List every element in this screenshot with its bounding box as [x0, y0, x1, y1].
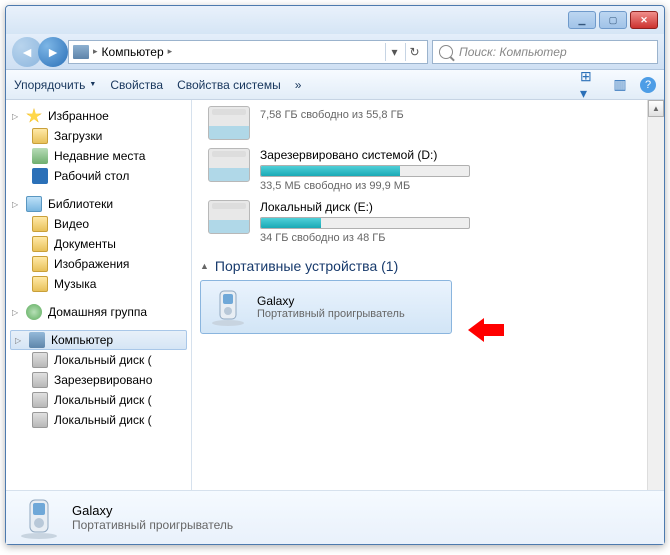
sidebar-item-pictures[interactable]: Изображения: [6, 254, 191, 274]
section-title: Портативные устройства (1): [215, 258, 398, 274]
breadcrumb-item[interactable]: Компьютер: [102, 45, 164, 59]
refresh-button[interactable]: ↻: [405, 43, 423, 61]
forward-button[interactable]: ►: [38, 37, 68, 67]
device-item-galaxy[interactable]: Galaxy Портативный проигрыватель: [200, 280, 452, 334]
sidebar-item-music[interactable]: Музыка: [6, 274, 191, 294]
drive-icon: [208, 148, 250, 182]
titlebar: ▁ ▢ ✕: [6, 6, 664, 34]
music-icon: [32, 276, 48, 292]
drive-icon: [32, 352, 48, 368]
search-icon: [439, 45, 453, 59]
drive-item[interactable]: Локальный диск (E:) 34 ГБ свободно из 48…: [200, 196, 639, 248]
portable-device-icon: [18, 496, 60, 540]
device-name: Galaxy: [257, 294, 405, 308]
help-button[interactable]: ?: [640, 77, 656, 93]
documents-icon: [32, 236, 48, 252]
details-subtitle: Портативный проигрыватель: [72, 518, 233, 532]
minimize-button[interactable]: ▁: [568, 11, 596, 29]
vertical-scrollbar[interactable]: ▲: [647, 100, 664, 490]
details-pane: Galaxy Портативный проигрыватель: [6, 490, 664, 544]
homegroup-icon: [26, 304, 42, 320]
drive-item[interactable]: 7,58 ГБ свободно из 55,8 ГБ: [200, 102, 639, 144]
navigation-sidebar: ▷Избранное Загрузки Недавние места Рабоч…: [6, 100, 192, 490]
sidebar-item-downloads[interactable]: Загрузки: [6, 126, 191, 146]
body: ▷Избранное Загрузки Недавние места Рабоч…: [6, 100, 664, 490]
breadcrumb-separator: ▸: [93, 46, 98, 57]
sidebar-item-drive[interactable]: Локальный диск (: [6, 390, 191, 410]
sidebar-computer[interactable]: ▷Компьютер: [10, 330, 187, 350]
drive-icon: [208, 200, 250, 234]
preview-pane-button[interactable]: ▥: [610, 77, 630, 93]
address-dropdown[interactable]: ▾: [385, 43, 403, 61]
download-icon: [32, 128, 48, 144]
recent-icon: [32, 148, 48, 164]
close-button[interactable]: ✕: [630, 11, 658, 29]
sidebar-item-videos[interactable]: Видео: [6, 214, 191, 234]
drive-icon: [32, 412, 48, 428]
toolbar: Упорядочить▼ Свойства Свойства системы »…: [6, 70, 664, 100]
search-box[interactable]: Поиск: Компьютер: [432, 40, 658, 64]
pictures-icon: [32, 256, 48, 272]
sidebar-libraries[interactable]: ▷Библиотеки: [6, 194, 191, 214]
sidebar-item-drive[interactable]: Локальный диск (: [6, 350, 191, 370]
drive-usage-bar: [260, 217, 470, 229]
sidebar-favorites[interactable]: ▷Избранное: [6, 106, 191, 126]
system-properties-button[interactable]: Свойства системы: [177, 78, 281, 92]
sidebar-item-desktop[interactable]: Рабочий стол: [6, 166, 191, 186]
video-icon: [32, 216, 48, 232]
device-subtitle: Портативный проигрыватель: [257, 308, 405, 320]
annotation-arrow-icon: [468, 318, 504, 342]
sidebar-homegroup[interactable]: ▷Домашняя группа: [6, 302, 191, 322]
details-name: Galaxy: [72, 503, 233, 518]
navigation-bar: ◄ ► ▸ Компьютер ▸ ▾ ↻ Поиск: Компьютер: [6, 34, 664, 70]
sidebar-item-drive[interactable]: Зарезервировано: [6, 370, 191, 390]
drive-icon: [208, 106, 250, 140]
drive-usage-bar: [260, 165, 470, 177]
sidebar-item-documents[interactable]: Документы: [6, 234, 191, 254]
desktop-icon: [32, 168, 48, 184]
sidebar-item-drive[interactable]: Локальный диск (: [6, 410, 191, 430]
computer-icon: [73, 45, 89, 59]
drive-free-text: 7,58 ГБ свободно из 55,8 ГБ: [260, 109, 631, 121]
scroll-up-button[interactable]: ▲: [648, 100, 664, 117]
libraries-icon: [26, 196, 42, 212]
view-button[interactable]: ⊞ ▾: [580, 77, 600, 93]
computer-icon: [29, 332, 45, 348]
content-pane: 7,58 ГБ свободно из 55,8 ГБ Зарезервиров…: [192, 100, 647, 490]
drive-item[interactable]: Зарезервировано системой (D:) 33,5 МБ св…: [200, 144, 639, 196]
section-header-portable[interactable]: ▲ Портативные устройства (1): [200, 248, 639, 280]
drive-icon: [32, 372, 48, 388]
drive-free-text: 34 ГБ свободно из 48 ГБ: [260, 232, 631, 244]
collapse-icon: ▲: [200, 261, 209, 271]
breadcrumb-separator: ▸: [168, 46, 173, 57]
toolbar-more[interactable]: »: [295, 78, 302, 92]
drive-name: Локальный диск (E:): [260, 200, 631, 214]
organize-button[interactable]: Упорядочить▼: [14, 78, 96, 92]
sidebar-item-recent[interactable]: Недавние места: [6, 146, 191, 166]
maximize-button[interactable]: ▢: [599, 11, 627, 29]
portable-device-icon: [209, 287, 247, 327]
drive-name: Зарезервировано системой (D:): [260, 148, 631, 162]
explorer-window: ▁ ▢ ✕ ◄ ► ▸ Компьютер ▸ ▾ ↻ Поиск: Компь…: [5, 5, 665, 545]
address-bar[interactable]: ▸ Компьютер ▸ ▾ ↻: [68, 40, 428, 64]
search-placeholder: Поиск: Компьютер: [459, 45, 567, 59]
drive-free-text: 33,5 МБ свободно из 99,9 МБ: [260, 180, 631, 192]
drive-icon: [32, 392, 48, 408]
properties-button[interactable]: Свойства: [110, 78, 163, 92]
star-icon: [26, 108, 42, 124]
